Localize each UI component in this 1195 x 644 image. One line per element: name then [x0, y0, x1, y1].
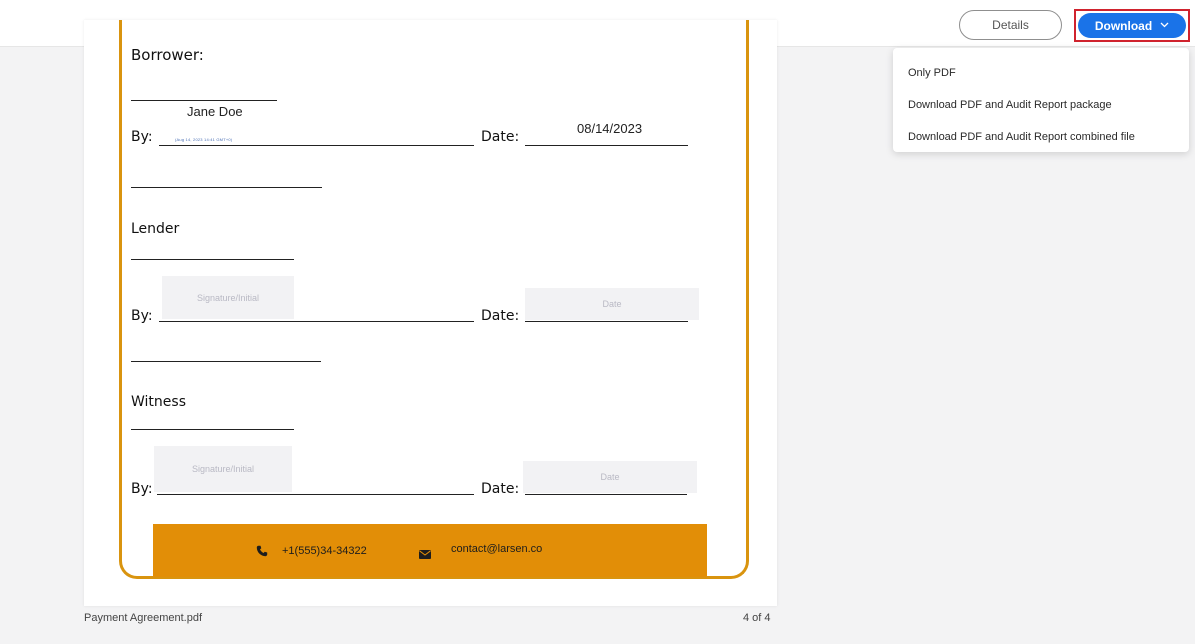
witness-date-line: [525, 494, 687, 495]
witness-date-label: Date:: [481, 481, 520, 497]
details-button[interactable]: Details: [959, 10, 1062, 40]
section-divider-line: [131, 187, 322, 188]
lender-date-field[interactable]: Date: [525, 288, 699, 320]
borrower-date-label: Date:: [481, 129, 520, 145]
menu-item-pdf-audit-combined[interactable]: Download PDF and Audit Report combined f…: [893, 121, 1189, 153]
download-dropdown-menu: Only PDF Download PDF and Audit Report p…: [893, 48, 1189, 152]
borrower-signature-line: [159, 145, 474, 146]
borrower-by-label: By:: [131, 129, 153, 145]
borrower-date-value: 08/14/2023: [577, 121, 643, 136]
borrower-date-line: [525, 145, 688, 146]
page-indicator: 4 of 4: [743, 612, 771, 624]
borrower-heading: Borrower:: [131, 46, 204, 64]
mail-icon: [419, 546, 431, 564]
lender-by-label: By:: [131, 308, 153, 324]
file-name: Payment Agreement.pdf: [84, 612, 203, 624]
download-button[interactable]: Download: [1078, 13, 1186, 38]
lender-date-line: [525, 321, 688, 322]
witness-date-field[interactable]: Date: [523, 461, 697, 493]
phone-icon: [256, 544, 268, 562]
lender-heading: Lender: [131, 221, 180, 237]
witness-signature-line: [157, 494, 474, 495]
section-divider-line: [131, 361, 321, 362]
chevron-down-icon: [1160, 20, 1169, 31]
lender-name-line: [131, 259, 294, 260]
borrower-signature-stamp: (Aug 14, 2023 14:41 GMT+0): [175, 137, 233, 142]
menu-item-only-pdf[interactable]: Only PDF: [893, 57, 1189, 89]
borrower-name: Jane Doe: [187, 104, 243, 119]
contact-email: contact@larsen.co: [451, 543, 543, 555]
witness-heading: Witness: [131, 394, 186, 410]
lender-signature-line: [159, 321, 474, 322]
borrower-name-line: [131, 100, 277, 101]
menu-item-pdf-audit-package[interactable]: Download PDF and Audit Report package: [893, 89, 1189, 121]
lender-date-label: Date:: [481, 308, 520, 324]
contact-phone: +1(555)34-34322: [282, 545, 367, 557]
witness-signature-field[interactable]: Signature/Initial: [154, 446, 292, 492]
lender-signature-field[interactable]: Signature/Initial: [162, 276, 294, 319]
download-label: Download: [1094, 18, 1153, 33]
witness-name-line: [131, 429, 294, 430]
witness-by-label: By:: [131, 481, 153, 497]
download-button-highlight: Download: [1074, 9, 1190, 42]
